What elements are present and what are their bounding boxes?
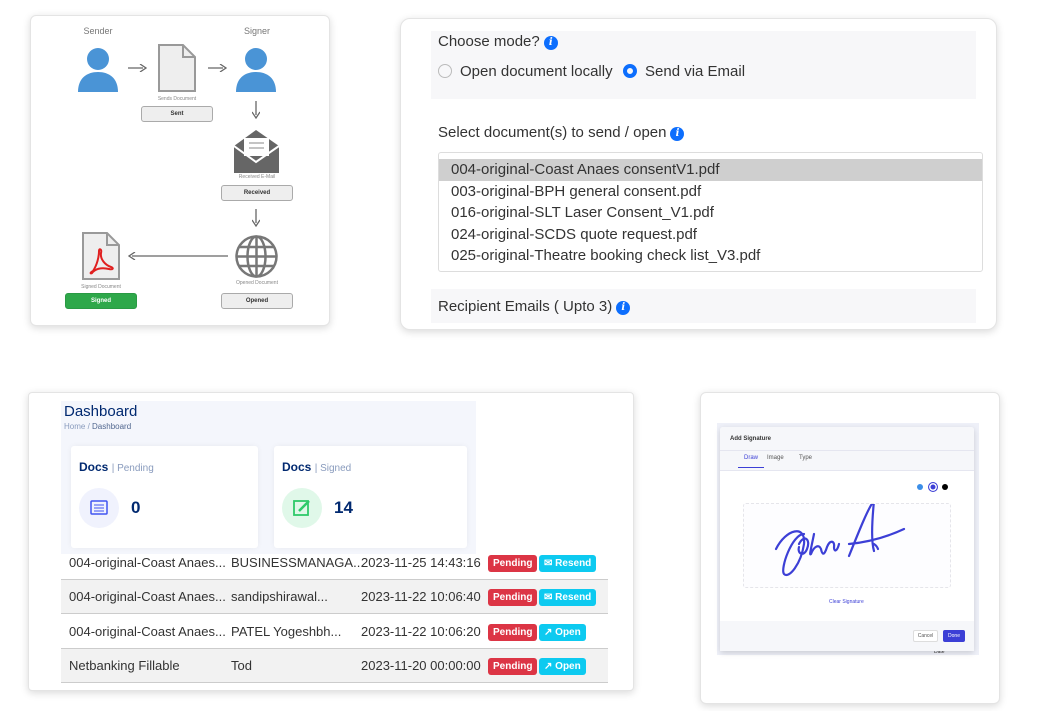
table-row: 004-original-Coast Anaes... PATEL Yogesh… (61, 615, 608, 649)
date: 2023-11-22 10:06:40 (361, 589, 481, 605)
status-badge: Pending (488, 555, 538, 572)
received-status: Received (221, 185, 293, 201)
signature-canvas[interactable] (743, 498, 951, 588)
open-button[interactable]: ↗ Open (539, 623, 586, 641)
envelope-icon: ✉ (544, 558, 556, 569)
document-name: 004-original-Coast Anaes... (69, 555, 226, 570)
info-icon[interactable]: i (543, 36, 558, 50)
resend-button[interactable]: ✉ Resend (539, 589, 597, 607)
signed-docs-card[interactable]: Docs | Signed 14 (274, 446, 467, 548)
color-blue[interactable] (917, 484, 923, 490)
sender-user-icon (78, 48, 118, 92)
recipient: Tod (231, 657, 252, 673)
sender-label: Sender (83, 26, 113, 36)
sent-status: Sent (141, 106, 213, 122)
dashboard-panel: Dashboard Home / Dashboard Docs | Pendin… (28, 392, 634, 691)
info-icon[interactable]: i (670, 127, 685, 141)
pdf-document-icon (82, 232, 120, 280)
status-badge: Pending (488, 657, 538, 675)
document-option[interactable]: 016-original-SLT Laser Consent_V1.pdf (439, 202, 982, 224)
tab-type[interactable]: Type (799, 455, 812, 461)
tab-image[interactable]: Image (767, 455, 784, 461)
arrow-right-icon (128, 64, 148, 72)
document-listbox[interactable]: 004-original-Coast Anaes consentV1.pdf 0… (438, 152, 983, 272)
date: 2023-11-22 10:06:20 (361, 623, 481, 639)
sends-document-caption: Sends Document (157, 96, 197, 102)
signer-user-icon (236, 48, 276, 92)
edit-icon (282, 488, 322, 528)
signed-document-caption: Signed Document (81, 284, 121, 290)
radio-button[interactable] (438, 64, 452, 78)
recipient: PATEL Yogeshbh... (231, 623, 342, 639)
signature-panel: Date Add Signature Draw Image Type Clear… (700, 392, 1000, 704)
page-title: Dashboard (64, 403, 138, 420)
recipient: sandipshirawal... (231, 589, 328, 605)
list-icon (79, 488, 119, 528)
document-name: Netbanking Fillable (69, 657, 180, 673)
globe-icon (235, 235, 278, 278)
done-button[interactable]: Done (943, 630, 965, 642)
radio-send-email[interactable]: Send via Email (623, 63, 745, 80)
signing-flow-panel: Sender Signer Sends Document Sent Receiv… (30, 15, 330, 326)
breadcrumb-home[interactable]: Home (64, 422, 85, 431)
arrow-down-icon (252, 101, 260, 119)
recipient-emails-label: Recipient Emails ( Upto 3) i (438, 298, 631, 315)
send-mode-panel: Choose mode? i Open document locally Send… (400, 18, 997, 330)
status-badge: Pending (488, 623, 538, 641)
opened-status: Opened (221, 293, 293, 309)
email-icon (234, 130, 279, 173)
info-icon[interactable]: i (616, 301, 631, 315)
color-indigo-selected[interactable] (928, 482, 938, 492)
table-row: Netbanking Fillable Tod 2023-11-20 00:00… (61, 648, 608, 683)
drawn-signature (774, 498, 906, 577)
external-link-icon: ↗ (544, 660, 556, 672)
date: 2023-11-20 00:00:00 (361, 657, 481, 673)
select-documents-label: Select document(s) to send / open i (438, 124, 685, 141)
date: 2023-11-25 14:43:16 (361, 555, 481, 570)
document-name: 004-original-Coast Anaes... (69, 623, 226, 639)
open-button[interactable]: ↗ Open (539, 657, 586, 675)
radio-button[interactable] (623, 64, 637, 78)
document-option[interactable]: 003-original-BPH general consent.pdf (439, 181, 982, 203)
document-name: 004-original-Coast Anaes... (69, 589, 226, 605)
status-badge: Pending (488, 589, 538, 607)
document-option[interactable]: 004-original-Coast Anaes consentV1.pdf (439, 159, 982, 181)
color-black[interactable] (942, 484, 948, 490)
choose-mode-label: Choose mode? i (438, 33, 558, 50)
arrow-down-icon (252, 209, 260, 227)
tab-draw[interactable]: Draw (738, 455, 765, 468)
modal-title: Add Signature (730, 436, 772, 442)
recipient: BUSINESSMANAGA... (231, 555, 364, 570)
received-email-caption: Received E-Mail (238, 174, 276, 180)
signed-status: Signed (65, 293, 137, 309)
table-row: 004-original-Coast Anaes... sandipshiraw… (61, 580, 608, 615)
arrow-right-icon (208, 64, 228, 72)
radio-open-locally[interactable]: Open document locally (438, 63, 613, 80)
pending-docs-card[interactable]: Docs | Pending 0 (71, 446, 258, 548)
document-option[interactable]: 024-original-SCDS quote request.pdf (439, 224, 982, 246)
arrow-left-icon (128, 252, 228, 260)
document-option[interactable]: 025-original-Theatre booking check list_… (439, 245, 982, 267)
opened-document-caption: Opened Document (236, 280, 278, 286)
resend-button[interactable]: ✉ Resend (539, 555, 597, 572)
signer-label: Signer (243, 26, 270, 36)
table-row: 004-original-Coast Anaes... BUSINESSMANA… (61, 546, 608, 580)
envelope-icon: ✉ (544, 592, 556, 604)
breadcrumb: Home / Dashboard (64, 422, 132, 431)
document-icon (158, 44, 196, 92)
cancel-button[interactable]: Cancel (913, 630, 938, 642)
external-link-icon: ↗ (544, 626, 556, 638)
clear-signature-link[interactable]: Clear Signature (829, 599, 864, 605)
